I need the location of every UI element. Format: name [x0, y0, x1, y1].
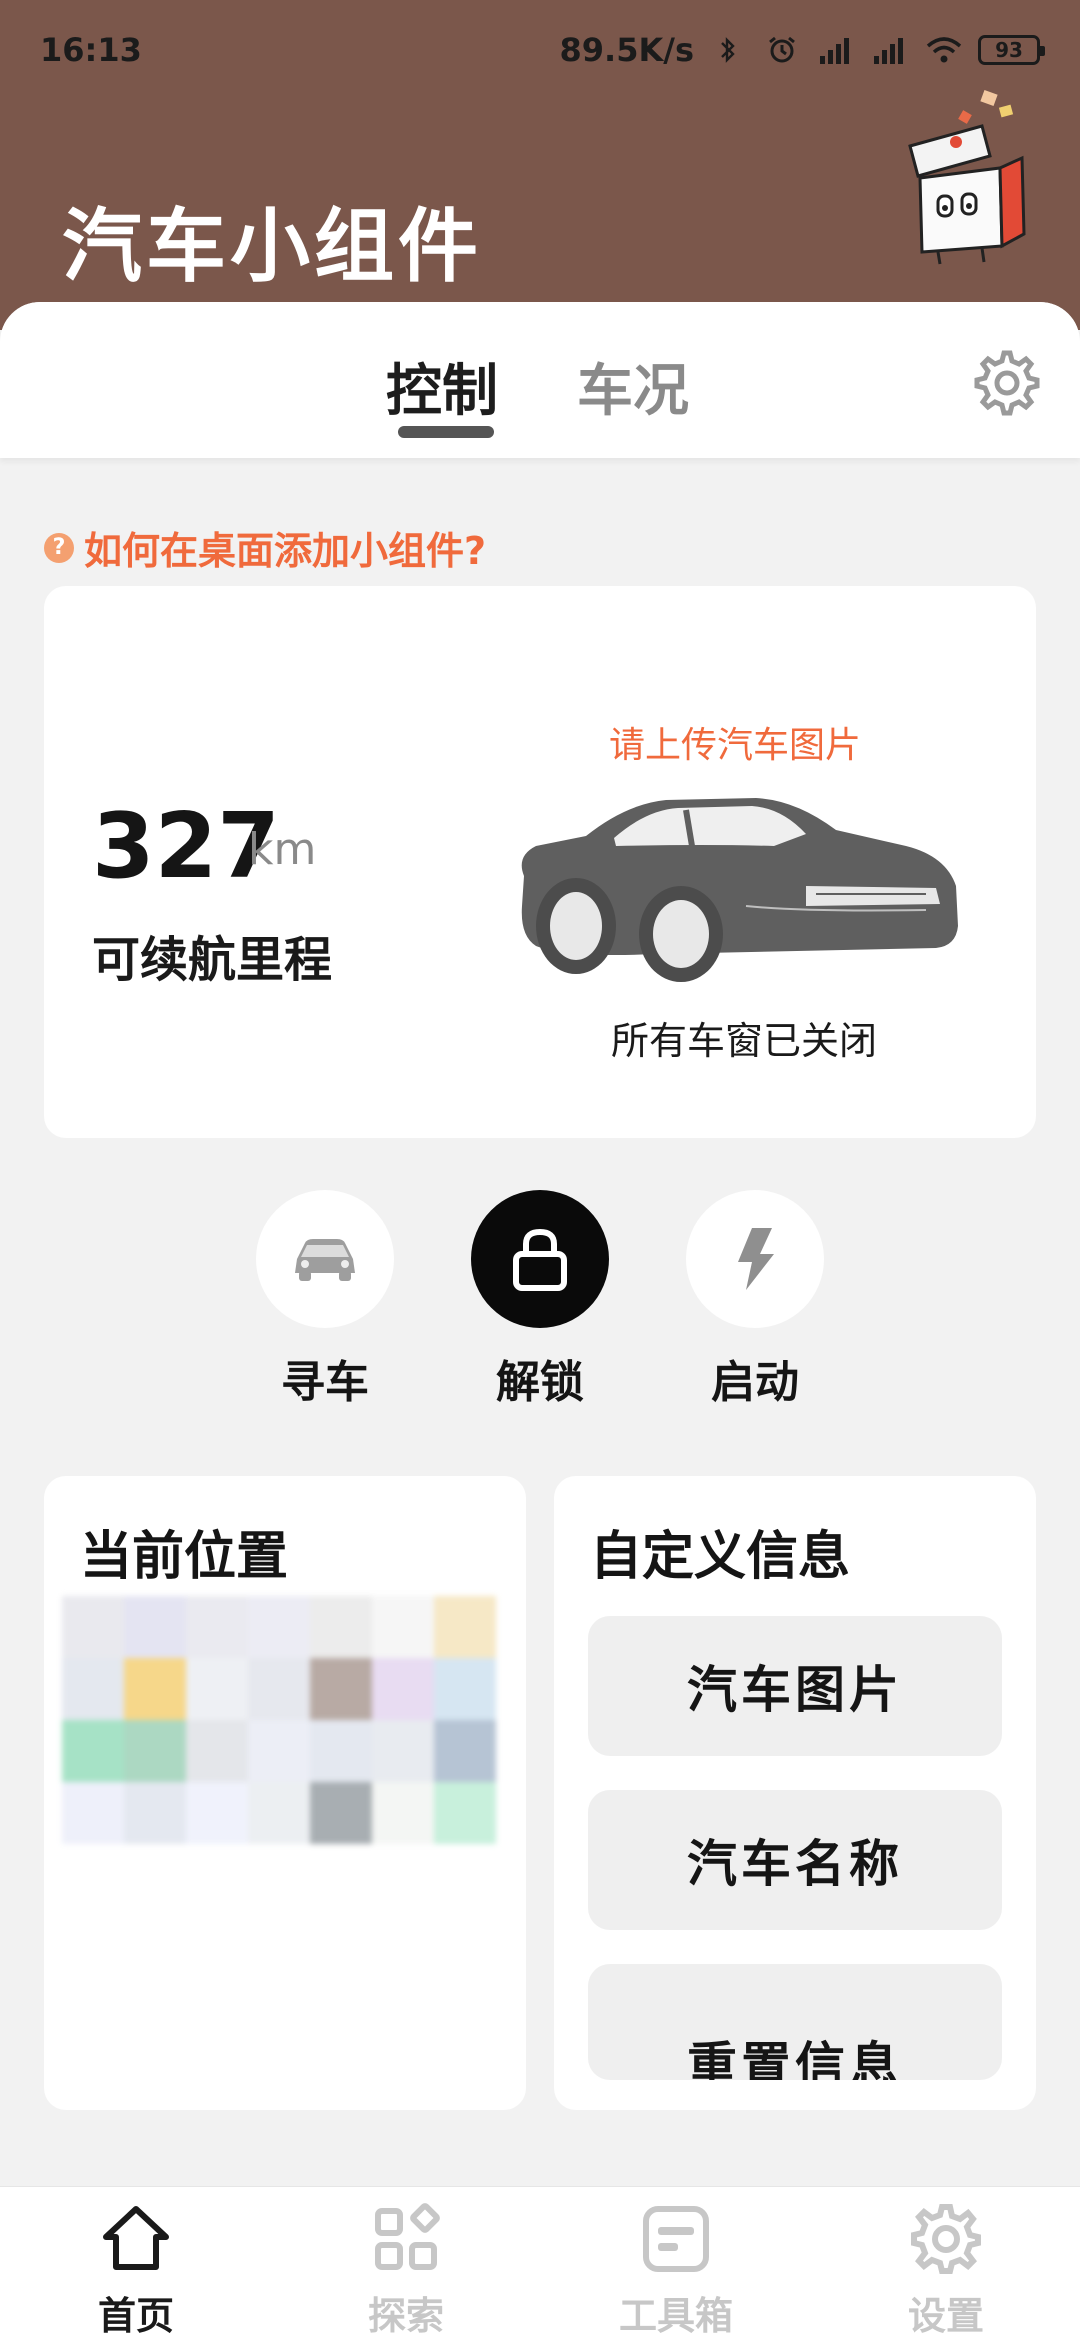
- status-time: 16:13: [40, 31, 142, 69]
- custom-info-title: 自定义信息: [590, 1527, 851, 1587]
- window-status: 所有车窗已关闭: [611, 1019, 878, 1063]
- toolbox-icon: [643, 2206, 709, 2272]
- nav-settings[interactable]: 设置: [856, 2199, 1036, 2340]
- current-location-card[interactable]: 当前位置: [44, 1476, 526, 2110]
- start-circle[interactable]: [686, 1190, 824, 1328]
- active-tab-indicator: [398, 426, 494, 438]
- status-bar: 16:13 89.5K/s 93: [40, 28, 1045, 72]
- settings-gear-icon[interactable]: [972, 348, 1042, 418]
- bluetooth-icon: [721, 37, 735, 63]
- gear-icon: [911, 2204, 981, 2274]
- signal-icon-2: [874, 38, 903, 64]
- bottom-nav: 首页 探索 工具箱 设置: [0, 2186, 1080, 2340]
- nav-home-label: 首页: [97, 2294, 174, 2338]
- car-info-card[interactable]: 327 km 可续航里程 请上传汽车图片 所有车窗已关闭: [44, 586, 1036, 1138]
- location-map-blurred[interactable]: [62, 1596, 498, 2096]
- car-image-button[interactable]: 汽车图片: [588, 1616, 1002, 1756]
- range-unit: km: [248, 824, 317, 875]
- nav-settings-label: 设置: [907, 2294, 984, 2338]
- tab-control[interactable]: 控制: [386, 346, 498, 427]
- reset-info-label: 重置信息: [687, 2037, 903, 2080]
- tab-car-status[interactable]: 车况: [577, 346, 689, 427]
- gift-box-mascot-icon[interactable]: [890, 86, 1040, 266]
- add-widget-help-link[interactable]: ? 如何在桌面添加小组件?: [44, 520, 486, 575]
- car-name-button[interactable]: 汽车名称: [588, 1790, 1002, 1930]
- unlock-label: 解锁: [496, 1357, 584, 1408]
- signal-icon: [820, 38, 849, 64]
- find-car-button[interactable]: 寻车: [255, 1190, 395, 1410]
- tab-bar: 控制 车况: [0, 302, 1080, 458]
- nav-toolbox-label: 工具箱: [618, 2294, 733, 2338]
- help-link-text: 如何在桌面添加小组件?: [84, 529, 487, 573]
- lock-icon: [513, 1228, 567, 1291]
- upload-car-image-hint[interactable]: 请上传汽车图片: [609, 716, 861, 768]
- car-silhouette-icon[interactable]: [506, 786, 966, 986]
- battery-level: 93: [995, 38, 1023, 62]
- status-icons: 89.5K/s 93: [559, 31, 1045, 69]
- start-label: 启动: [711, 1357, 799, 1408]
- wifi-icon: [926, 37, 962, 63]
- unlock-circle[interactable]: [471, 1190, 609, 1328]
- find-car-label: 寻车: [281, 1357, 369, 1408]
- battery-indicator: 93: [978, 35, 1045, 65]
- lightning-icon: [738, 1228, 774, 1290]
- app-screen: 16:13 89.5K/s 93 汽车小组件 控制 车况 ? 如何在桌面添加小组…: [0, 0, 1080, 2340]
- custom-info-card: 自定义信息 汽车图片 汽车名称 重置信息: [554, 1476, 1036, 2110]
- nav-toolbox[interactable]: 工具箱: [586, 2199, 766, 2340]
- home-icon: [103, 2206, 169, 2270]
- find-car-circle[interactable]: [256, 1190, 394, 1328]
- unlock-button[interactable]: 解锁: [470, 1190, 610, 1410]
- app-title: 汽车小组件: [62, 200, 482, 293]
- range-label: 可续航里程: [92, 932, 333, 988]
- help-icon: ?: [44, 532, 74, 563]
- header: 16:13 89.5K/s 93 汽车小组件: [0, 0, 1080, 330]
- start-engine-button[interactable]: 启动: [685, 1190, 825, 1410]
- nav-explore-label: 探索: [367, 2294, 444, 2338]
- grid-icon: [375, 2203, 440, 2270]
- nav-explore[interactable]: 探索: [316, 2199, 496, 2340]
- car-icon: [295, 1239, 355, 1281]
- location-title: 当前位置: [80, 1527, 289, 1587]
- content-sheet: 控制 车况 ? 如何在桌面添加小组件? 327 km 可续航里程 请上传汽车图片: [0, 302, 1080, 2182]
- network-speed: 89.5K/s: [559, 31, 694, 69]
- nav-home[interactable]: 首页: [46, 2199, 226, 2340]
- reset-info-button[interactable]: 重置信息: [588, 1964, 1002, 2080]
- alarm-icon: [769, 36, 795, 63]
